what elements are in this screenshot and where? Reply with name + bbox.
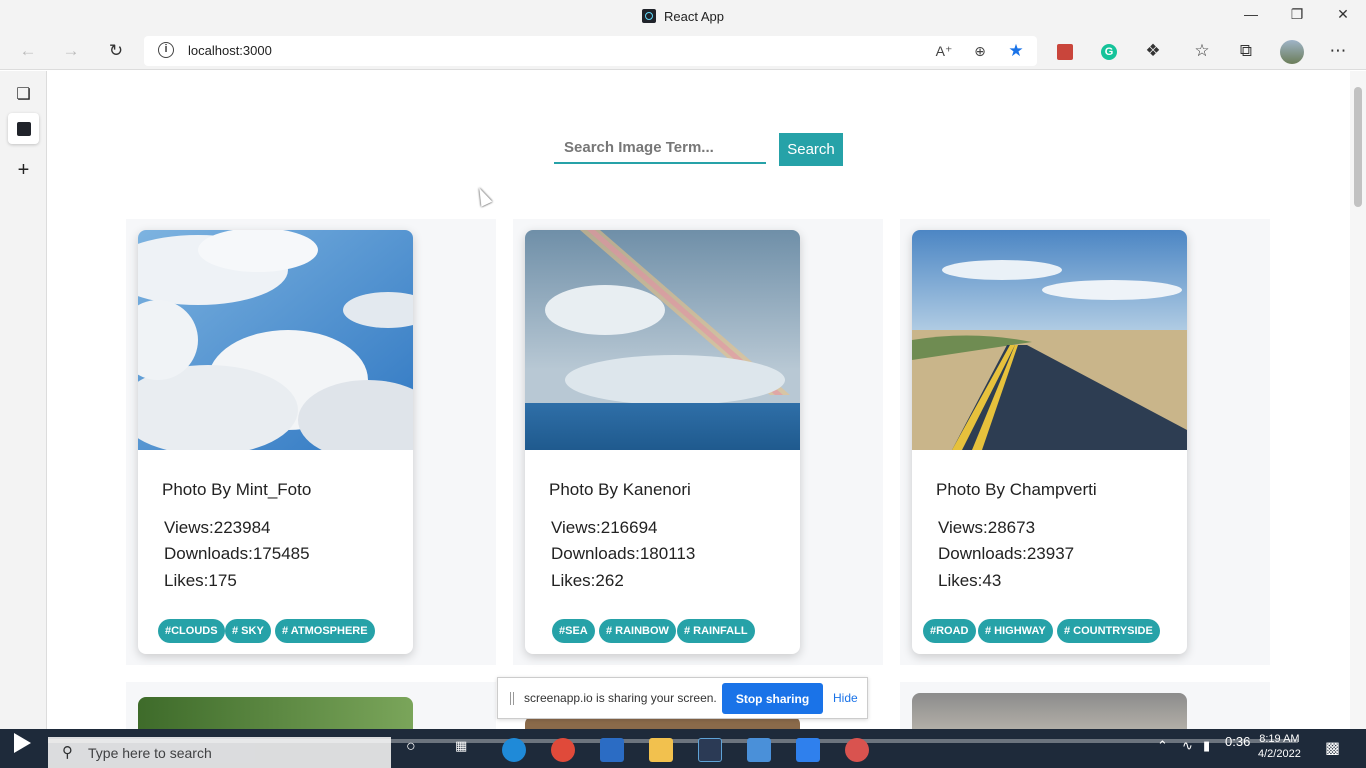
collections-icon[interactable]: ⧉ [1235, 40, 1257, 62]
downloads-stat: Downloads:175485 [164, 544, 310, 563]
chrome-profile-icon[interactable] [845, 738, 869, 762]
clock-date: 4/2/2022 [1258, 748, 1301, 760]
address-bar[interactable]: i localhost:3000 A⁺ ⊕ ★ [144, 36, 1037, 66]
react-logo-icon [16, 121, 31, 136]
cloud-photo [138, 230, 413, 460]
battery-icon[interactable]: ▮ [1203, 738, 1210, 754]
rainbow-sea-photo [525, 230, 800, 450]
window-title-text: React App [664, 9, 724, 24]
drag-handle-icon[interactable] [510, 692, 514, 705]
image-card[interactable]: Photo By Champverti Views:28673 Download… [912, 230, 1187, 654]
tab-react-app[interactable] [8, 113, 39, 144]
new-tab-icon[interactable]: + [8, 155, 39, 186]
search-input[interactable] [554, 132, 766, 164]
photo-author: Photo By Kanenori [549, 480, 691, 499]
favorites-icon[interactable]: ☆ [1191, 40, 1213, 62]
share-status-text: screenapp.io is sharing your screen. [524, 691, 717, 705]
taskbar: ⚲ Type here to search ○ ▦ ⌃ ∿ ▮ 0:36 8:1… [0, 729, 1366, 768]
clock-time: 8:19 AM [1259, 733, 1300, 745]
chevron-up-icon[interactable]: ⌃ [1157, 738, 1168, 754]
store-icon[interactable] [600, 738, 624, 762]
page-viewport: Search Photo By Mint_Foto Views:223984 D… [48, 71, 1350, 729]
taskbar-search-placeholder[interactable]: Type here to search [88, 745, 212, 761]
tag-badge[interactable]: # RAINBOW [599, 619, 676, 643]
title-bar: React App — ❐ ✕ [0, 0, 1366, 32]
tag-badge[interactable]: # SKY [225, 619, 271, 643]
wifi-icon[interactable]: ∿ [1182, 738, 1193, 754]
screen-share-bar: screenapp.io is sharing your screen. Sto… [497, 677, 868, 719]
scrollbar-thumb[interactable] [1354, 87, 1362, 207]
extension-red-icon[interactable] [1057, 43, 1073, 60]
vscode-icon[interactable] [796, 738, 820, 762]
back-icon[interactable]: ← [17, 40, 39, 62]
search-button[interactable]: Search [779, 133, 843, 166]
play-icon[interactable] [14, 733, 31, 753]
zoom-icon[interactable]: ⊕ [970, 41, 990, 61]
photoshop-icon[interactable] [698, 738, 722, 762]
search-icon: ⚲ [62, 744, 73, 761]
forward-icon[interactable]: → [60, 40, 82, 62]
downloads-stat: Downloads:180113 [551, 544, 696, 563]
tag-badge[interactable]: # ATMOSPHERE [275, 619, 375, 643]
tag-badge[interactable]: # RAINFALL [677, 619, 755, 643]
react-logo-icon [642, 9, 656, 23]
more-menu-icon[interactable]: ⋯ [1327, 40, 1349, 62]
mail-icon[interactable] [747, 738, 771, 762]
tab-actions-icon[interactable]: ❏ [8, 79, 39, 110]
read-aloud-icon[interactable]: A⁺ [934, 41, 954, 61]
image-card[interactable]: Photo By Mint_Foto Views:223984 Download… [138, 230, 413, 654]
likes-stat: Likes:43 [938, 571, 1002, 590]
views-stat: Views:223984 [164, 518, 271, 537]
window-title: React App [0, 9, 1366, 24]
video-progress-fill [48, 739, 98, 743]
tag-badge[interactable]: #ROAD [923, 619, 976, 643]
restore-button[interactable]: ❐ [1285, 6, 1309, 26]
browser-toolbar: ← → ↻ i localhost:3000 A⁺ ⊕ ★ G ❖ ☆ ⧉ ⋯ [0, 32, 1366, 70]
video-elapsed-time: 0:36 [1225, 734, 1251, 749]
image-card[interactable]: Photo By Kanenori Views:216694 Downloads… [525, 230, 800, 654]
refresh-icon[interactable]: ↻ [105, 40, 127, 62]
tag-badge[interactable]: # HIGHWAY [978, 619, 1053, 643]
close-button[interactable]: ✕ [1331, 6, 1355, 26]
url-text[interactable]: localhost:3000 [188, 43, 272, 58]
extensions-puzzle-icon[interactable]: ❖ [1142, 40, 1164, 62]
edge-icon[interactable] [502, 738, 526, 762]
system-clock[interactable]: 8:19 AM 4/2/2022 [1258, 732, 1301, 762]
profile-avatar[interactable] [1280, 40, 1304, 64]
grammarly-icon[interactable]: G [1101, 43, 1117, 60]
tag-badge[interactable]: # COUNTRYSIDE [1057, 619, 1160, 643]
video-progress-track[interactable] [48, 739, 1298, 743]
image-card[interactable] [138, 697, 413, 729]
cortana-icon[interactable]: ○ [406, 738, 416, 756]
photo-author: Photo By Champverti [936, 480, 1097, 499]
image-card[interactable] [912, 693, 1187, 729]
task-view-icon[interactable]: ▦ [455, 738, 467, 754]
photo-author: Photo By Mint_Foto [162, 480, 312, 499]
minimize-button[interactable]: — [1239, 6, 1263, 26]
page-scrollbar[interactable] [1350, 71, 1366, 729]
likes-stat: Likes:262 [551, 571, 624, 590]
vertical-tabs-sidebar: ❏ + [0, 71, 47, 729]
road-photo [912, 230, 1187, 450]
likes-stat: Likes:175 [164, 571, 237, 590]
file-explorer-icon[interactable] [649, 738, 673, 762]
views-stat: Views:28673 [938, 518, 1036, 537]
hide-link[interactable]: Hide [833, 691, 858, 705]
tag-badge[interactable]: #CLOUDS [158, 619, 225, 643]
stop-sharing-button[interactable]: Stop sharing [722, 683, 823, 714]
chrome-icon[interactable] [551, 738, 575, 762]
views-stat: Views:216694 [551, 518, 658, 537]
favorite-star-icon[interactable]: ★ [1006, 41, 1026, 61]
tag-badge[interactable]: #SEA [552, 619, 595, 643]
info-icon[interactable]: i [158, 42, 174, 58]
downloads-stat: Downloads:23937 [938, 544, 1075, 563]
notifications-icon[interactable]: ▩ [1325, 738, 1340, 758]
